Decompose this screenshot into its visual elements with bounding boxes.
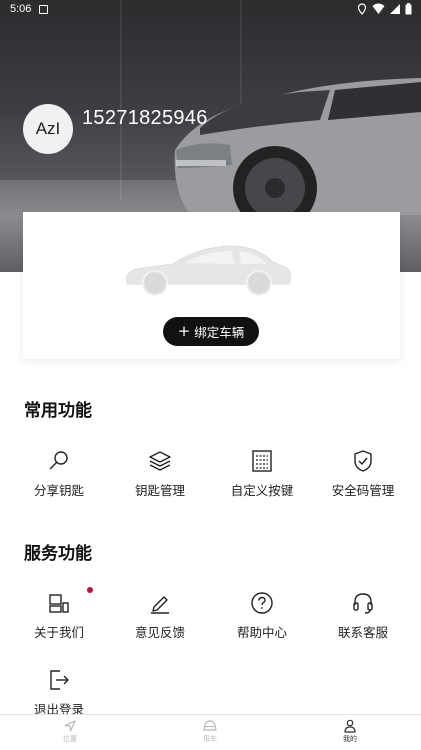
headset-icon: [353, 593, 373, 614]
edit-pen-icon: [151, 596, 169, 614]
nav-location-label: 位置: [63, 735, 77, 743]
nav-mine-label: 我的: [343, 735, 357, 743]
nav-vehicle[interactable]: 用车: [180, 719, 240, 744]
bind-vehicle-label: 绑定车辆: [194, 325, 245, 340]
about-us-item[interactable]: 关于我们: [9, 587, 109, 641]
help-circle-icon: [251, 592, 273, 614]
location-pin-icon: [357, 3, 367, 15]
key-management-item[interactable]: 钥匙管理: [110, 449, 210, 499]
nav-location[interactable]: 位置: [40, 719, 100, 744]
signal-icon: [390, 4, 400, 14]
notification-icon: [39, 5, 48, 14]
customer-service-label: 联系客服: [337, 625, 388, 640]
custom-keys-label: 自定义按键: [230, 483, 294, 498]
feedback-item[interactable]: 意见反馈: [110, 591, 210, 641]
help-center-item[interactable]: 帮助中心: [212, 591, 312, 641]
help-center-label: 帮助中心: [236, 625, 287, 640]
key-share-icon: [49, 451, 68, 470]
bind-vehicle-button[interactable]: + 绑定车辆: [163, 317, 259, 346]
share-key-item[interactable]: 分享钥匙: [9, 449, 109, 499]
security-code-label: 安全码管理: [331, 483, 395, 498]
plus-icon: +: [177, 322, 191, 340]
person-icon: [344, 719, 356, 733]
keypad-icon: [252, 450, 272, 472]
logout-icon: [50, 670, 69, 690]
service-functions-title: 服务功能: [24, 544, 92, 564]
vehicle-card: + 绑定车辆: [23, 212, 400, 359]
security-code-item[interactable]: 安全码管理: [313, 449, 413, 499]
feedback-label: 意见反馈: [134, 625, 185, 640]
about-us-label: 关于我们: [33, 625, 84, 640]
logout-item[interactable]: 退出登录: [9, 668, 109, 718]
car-placeholder-image: [126, 245, 292, 296]
custom-keys-item[interactable]: 自定义按键: [212, 449, 312, 499]
about-icon: [49, 594, 69, 613]
common-functions-title: 常用功能: [24, 401, 92, 421]
share-key-label: 分享钥匙: [33, 483, 84, 498]
location-arrow-icon: [64, 720, 76, 732]
nav-vehicle-label: 用车: [203, 735, 217, 743]
key-management-label: 钥匙管理: [134, 483, 185, 498]
avatar[interactable]: AzI: [23, 104, 73, 154]
car-front-icon: [203, 720, 217, 731]
customer-service-item[interactable]: 联系客服: [313, 591, 413, 641]
battery-icon: [405, 3, 412, 15]
shield-check-icon: [354, 450, 372, 472]
bottom-navigation: 位置 用车 我的: [0, 714, 421, 750]
unread-badge: [87, 587, 93, 593]
status-time: 5:06: [10, 3, 32, 15]
layers-icon: [149, 451, 171, 471]
user-phone-number: 15271825946: [82, 107, 208, 129]
nav-mine[interactable]: 我的: [320, 719, 380, 744]
wifi-icon: [372, 3, 385, 14]
status-bar: 5:06: [0, 0, 421, 20]
